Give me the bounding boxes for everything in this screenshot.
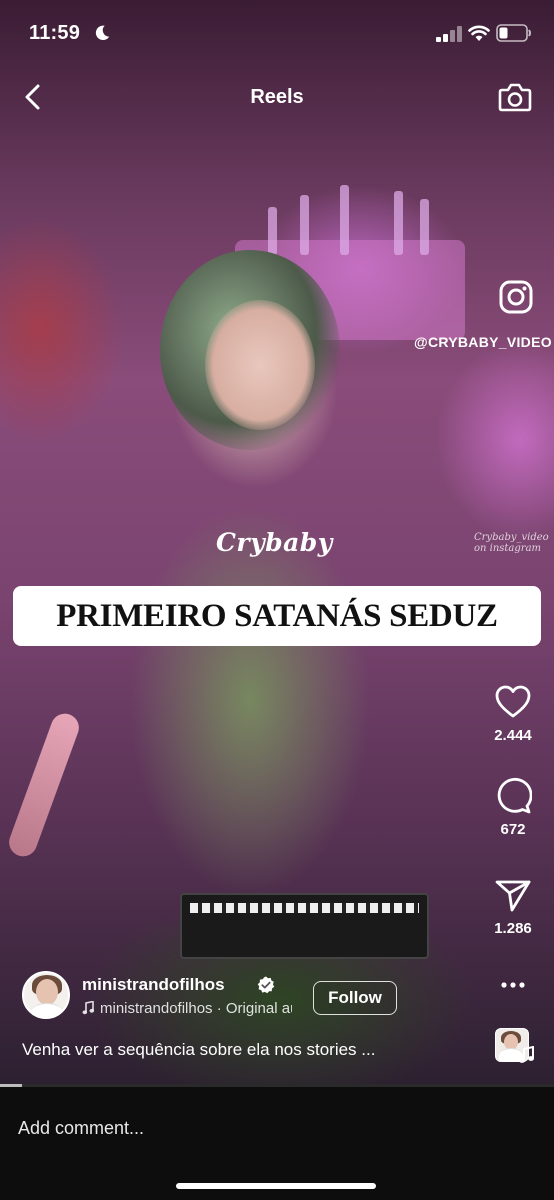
crybaby-logo: Crybaby <box>216 528 333 557</box>
share-action[interactable]: 1.286 <box>478 876 548 937</box>
caption-banner: PRIMEIRO SATANÁS SEDUZ <box>13 586 541 646</box>
keyboard-instrument <box>180 893 429 959</box>
reels-screen: 11:59 Reels @CRYBABY_VIDEO Crybaby Cryba… <box>0 0 554 1200</box>
heart-icon[interactable] <box>494 683 532 721</box>
small-watermark-line1: Crybaby_video <box>474 532 549 543</box>
audio-text: ministrandofilhos · Original audio <box>100 1000 292 1017</box>
moon-icon <box>95 25 110 41</box>
instagram-icon <box>499 280 533 314</box>
comment-action[interactable]: 672 <box>478 777 548 838</box>
performer-face <box>205 300 315 430</box>
wifi-icon <box>468 25 490 41</box>
status-bar: 11:59 <box>0 0 554 66</box>
verified-badge-icon <box>257 976 275 994</box>
like-action[interactable]: 2.444 <box>478 683 548 744</box>
reels-header: Reels <box>0 66 554 126</box>
author-avatar[interactable] <box>22 971 70 1019</box>
comment-icon[interactable] <box>494 777 532 815</box>
page-title: Reels <box>250 86 304 108</box>
comment-bar <box>0 1087 554 1200</box>
author-username[interactable]: ministrandofilhos <box>82 975 225 995</box>
music-note-icon <box>82 1001 94 1015</box>
background-candles <box>262 175 442 255</box>
music-note-icon <box>519 1046 534 1063</box>
camera-icon[interactable] <box>498 80 532 114</box>
comment-input[interactable] <box>18 1113 418 1143</box>
audio-attribution[interactable]: ministrandofilhos · Original audio <box>82 1000 292 1020</box>
signal-icon <box>436 26 462 42</box>
watermark-handle: @CRYBABY_VIDEO <box>414 334 552 350</box>
like-count: 2.444 <box>494 727 532 744</box>
share-count: 1.286 <box>494 920 532 937</box>
home-indicator[interactable] <box>176 1183 376 1189</box>
more-options-icon[interactable] <box>500 975 526 995</box>
paper-plane-icon[interactable] <box>494 876 532 914</box>
status-time: 11:59 <box>29 22 81 44</box>
reel-caption[interactable]: Venha ver a sequência sobre ela nos stor… <box>22 1040 375 1060</box>
microphone <box>5 709 83 861</box>
caption-banner-text: PRIMEIRO SATANÁS SEDUZ <box>56 597 498 634</box>
comment-count: 672 <box>500 821 526 838</box>
small-watermark-line2: on instagram <box>474 543 542 554</box>
follow-button[interactable]: Follow <box>313 981 397 1015</box>
small-watermark: Crybaby_video on instagram <box>474 532 549 554</box>
battery-icon <box>496 24 531 42</box>
